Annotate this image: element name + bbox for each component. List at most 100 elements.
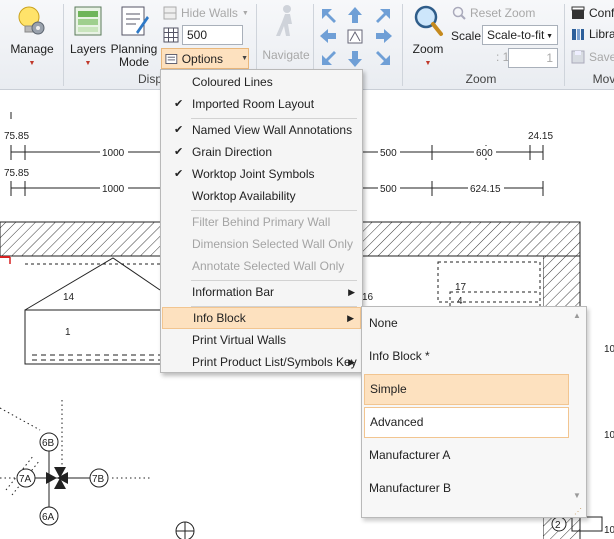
magnifier-icon: [414, 5, 443, 36]
menu-item-label: Imported Room Layout: [192, 97, 315, 111]
marker-label: 2: [555, 520, 561, 531]
scroll-up-icon[interactable]: ▲: [573, 311, 581, 320]
confirm-button[interactable]: Confi: [571, 6, 614, 20]
submenu-scrollbar[interactable]: ▲ ▼: [571, 307, 585, 507]
dimension-text: 75.85: [4, 168, 29, 179]
submenu-item-label: Info Block *: [369, 349, 430, 363]
planning-mode-button[interactable]: Planning Mode: [110, 4, 158, 69]
dimension-text: 1000: [102, 184, 125, 195]
menu-item-imported-room-layout[interactable]: ✔ Imported Room Layout: [162, 93, 361, 115]
resize-grip-icon[interactable]: ⋰: [574, 507, 584, 517]
dimension-text: 500: [380, 184, 397, 195]
menu-item-label: Filter Behind Primary Wall: [192, 215, 331, 229]
library-label: Libra: [589, 27, 614, 41]
submenu-item-label: None: [369, 316, 398, 330]
menu-item-label: Coloured Lines: [192, 75, 273, 89]
menu-item-filter-behind-primary-wall[interactable]: Filter Behind Primary Wall: [162, 211, 361, 233]
submenu-item-label: Manufacturer A: [369, 448, 451, 462]
menu-item-print-virtual-walls[interactable]: Print Virtual Walls: [162, 329, 361, 351]
menu-item-info-block[interactable]: Info Block ▶: [162, 307, 361, 329]
menu-item-dimension-selected-wall-only[interactable]: Dimension Selected Wall Only: [162, 233, 361, 255]
walking-person-icon: [276, 5, 292, 36]
dimension-text: 24.15: [528, 131, 553, 142]
submenu-item-label: Advanced: [370, 415, 424, 429]
reset-zoom-button[interactable]: Reset Zoom: [452, 6, 535, 20]
lightbulb-gear-icon: [18, 6, 45, 35]
dimension-text: 600: [476, 148, 493, 159]
navigate-button[interactable]: Navigate: [260, 4, 312, 62]
separator: [564, 4, 565, 86]
zoom-group-label: Zoom: [465, 72, 497, 86]
reset-zoom-label: Reset Zoom: [470, 6, 536, 20]
scale-value: Scale-to-fit: [487, 28, 545, 42]
library-button[interactable]: Libra: [571, 27, 614, 41]
options-button[interactable]: Options ▼: [161, 48, 249, 69]
menu-item-print-product-list[interactable]: Print Product List/Symbols Key ▶: [162, 351, 361, 373]
menu-item-grain-direction[interactable]: ✔ Grain Direction: [162, 141, 361, 163]
submenu-item-label: Simple: [370, 382, 407, 396]
menu-item-label: Worktop Availability: [192, 189, 296, 203]
chevron-down-icon: ▼: [241, 55, 248, 62]
display-group-label: Disp: [138, 72, 163, 86]
marker-label: 7B: [92, 474, 105, 485]
chevron-down-icon: ▼: [28, 60, 36, 67]
clapperboard-icon: [571, 6, 585, 19]
zoom-button[interactable]: Zoom ▼: [406, 4, 450, 70]
checkmark-icon: ✔: [174, 168, 184, 180]
dimension-text: 10: [604, 525, 614, 536]
save-icon: [571, 50, 585, 64]
scroll-down-icon[interactable]: ▼: [573, 491, 581, 500]
submenu-item-simple[interactable]: Simple: [364, 374, 569, 405]
menu-item-coloured-lines[interactable]: Coloured Lines: [162, 71, 361, 93]
dimension-text: 75.85: [4, 131, 29, 142]
menu-item-information-bar[interactable]: Information Bar ▶: [162, 281, 361, 303]
dimension-text: 500: [380, 148, 397, 159]
submenu-item-info-block[interactable]: Info Block *: [364, 341, 569, 372]
manage-label: Manage: [10, 42, 54, 56]
scale-select[interactable]: Scale-to-fit ▼: [482, 25, 558, 45]
menu-item-named-view-wall-annotations[interactable]: ✔ Named View Wall Annotations: [162, 119, 361, 141]
checkmark-icon: ✔: [174, 146, 184, 158]
checkmark-icon: ✔: [174, 98, 184, 110]
submenu-item-none[interactable]: None: [364, 308, 569, 339]
marker-label: 6A: [42, 512, 55, 523]
planning-mode-icon: [121, 6, 149, 36]
marker-label: 7A: [19, 474, 32, 485]
menu-item-label: Print Product List/Symbols Key: [192, 355, 357, 369]
manage-button[interactable]: Manage ▼: [4, 4, 60, 70]
layers-label: Layers: [69, 42, 107, 56]
menu-item-label: Info Block: [193, 311, 246, 325]
cabinet-label: 17: [455, 282, 467, 293]
submenu-item-advanced[interactable]: Advanced: [364, 407, 569, 438]
hide-walls-label: Hide Walls: [181, 6, 238, 20]
separator: [402, 4, 403, 86]
cabinet-label: 14: [63, 292, 75, 303]
menu-item-annotate-selected-wall-only[interactable]: Annotate Selected Wall Only: [162, 255, 361, 277]
chevron-down-icon: ▼: [424, 60, 432, 67]
options-menu: Coloured Lines ✔ Imported Room Layout ✔ …: [160, 69, 363, 373]
reset-zoom-icon: [452, 6, 466, 20]
view-direction-grid[interactable]: [318, 5, 394, 69]
layers-button[interactable]: Layers ▼: [68, 4, 108, 70]
submenu-item-manufacturer-b[interactable]: Manufacturer B: [364, 473, 569, 504]
dimension-text: 10: [604, 344, 614, 355]
cabinet-label: 1: [65, 327, 71, 338]
menu-item-label: Named View Wall Annotations: [192, 123, 353, 137]
menu-item-worktop-availability[interactable]: Worktop Availability: [162, 185, 361, 207]
menu-item-worktop-joint-symbols[interactable]: ✔ Worktop Joint Symbols: [162, 163, 361, 185]
grid-icon: [163, 27, 179, 43]
options-label: Options: [181, 51, 224, 66]
submenu-item-label: Manufacturer B: [369, 481, 452, 495]
navigate-label: Navigate: [262, 48, 310, 62]
dimension-text: 1000: [102, 148, 125, 159]
save-button[interactable]: Save: [571, 50, 614, 64]
wall-height-input[interactable]: 500: [182, 25, 243, 45]
layers-icon: [74, 6, 102, 36]
menu-item-label: Dimension Selected Wall Only: [192, 237, 353, 251]
chevron-down-icon: ▼: [84, 60, 92, 67]
page-input[interactable]: 1: [508, 48, 558, 68]
hide-walls-button[interactable]: Hide Walls ▼: [163, 6, 249, 20]
scale-label: Scale:: [451, 29, 485, 43]
submenu-item-manufacturer-a[interactable]: Manufacturer A: [364, 440, 569, 471]
menu-item-label: Worktop Joint Symbols: [192, 167, 315, 181]
